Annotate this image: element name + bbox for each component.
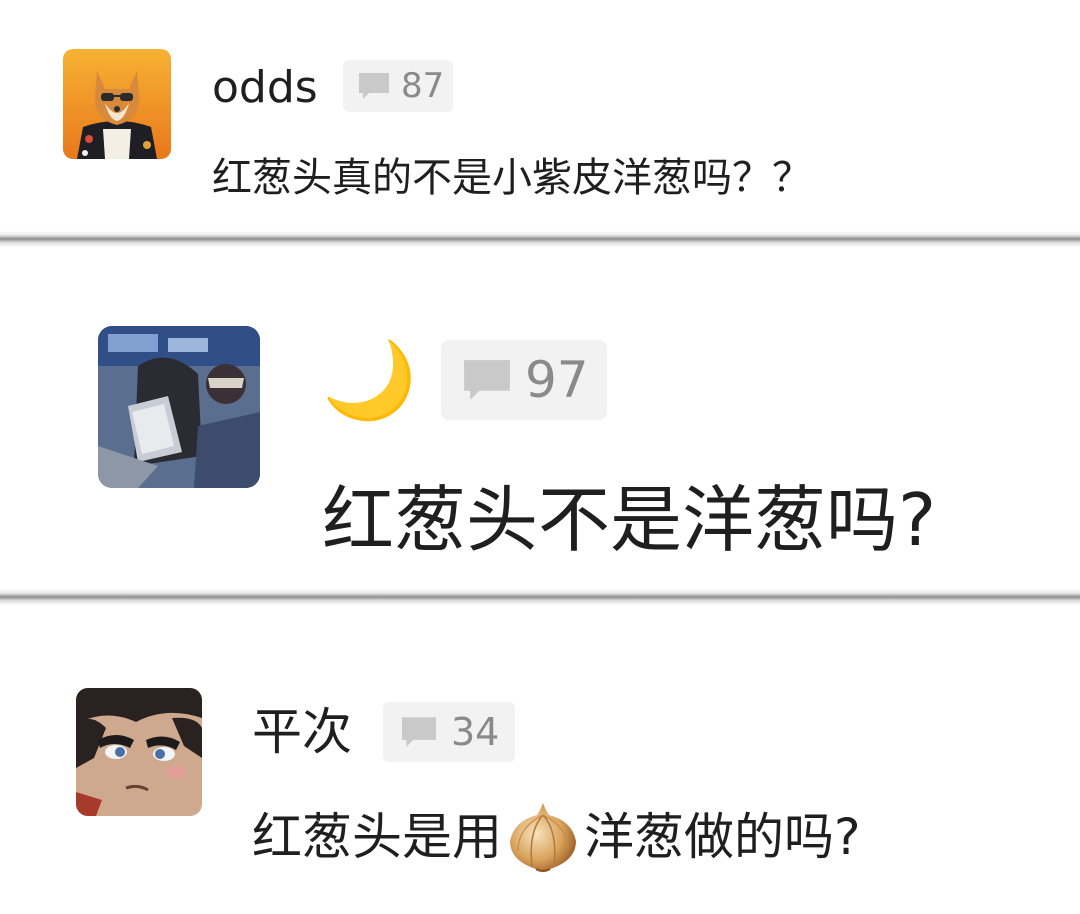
comment-bubble-icon xyxy=(464,360,510,400)
reply-count: 97 xyxy=(525,351,589,409)
username[interactable]: 🌙 xyxy=(322,332,417,428)
reply-count-badge[interactable]: 97 xyxy=(441,340,607,420)
comment-text-part: 红葱头是用 xyxy=(252,807,502,866)
comment-text: 红葱头真的不是小紫皮洋葱吗？？ xyxy=(212,155,812,201)
divider xyxy=(0,231,1080,247)
comment-bubble-icon xyxy=(402,717,436,747)
comment-text: 红葱头不是洋葱吗? xyxy=(322,478,937,562)
comment-text: 红葱头是用 洋葱做的吗? xyxy=(252,800,861,873)
shiba-dog-avatar-icon[interactable] xyxy=(63,49,171,159)
anime-boy-avatar-icon[interactable] xyxy=(76,688,202,816)
reply-count: 34 xyxy=(451,710,500,754)
username[interactable]: odds xyxy=(212,60,318,116)
reply-count-badge[interactable]: 87 xyxy=(343,60,453,112)
comment-text-part: 洋葱做的吗? xyxy=(584,807,861,866)
divider xyxy=(0,589,1080,605)
comment-bubble-icon xyxy=(359,73,389,99)
username[interactable]: 平次 xyxy=(252,700,352,764)
onion-icon xyxy=(510,802,576,872)
reply-count: 87 xyxy=(401,66,445,106)
anime-scene-avatar-icon[interactable] xyxy=(98,326,260,488)
comment-card: odds 87 红葱头真的不是小紫皮洋葱吗？？ xyxy=(0,0,1080,234)
reply-count-badge[interactable]: 34 xyxy=(383,702,515,762)
